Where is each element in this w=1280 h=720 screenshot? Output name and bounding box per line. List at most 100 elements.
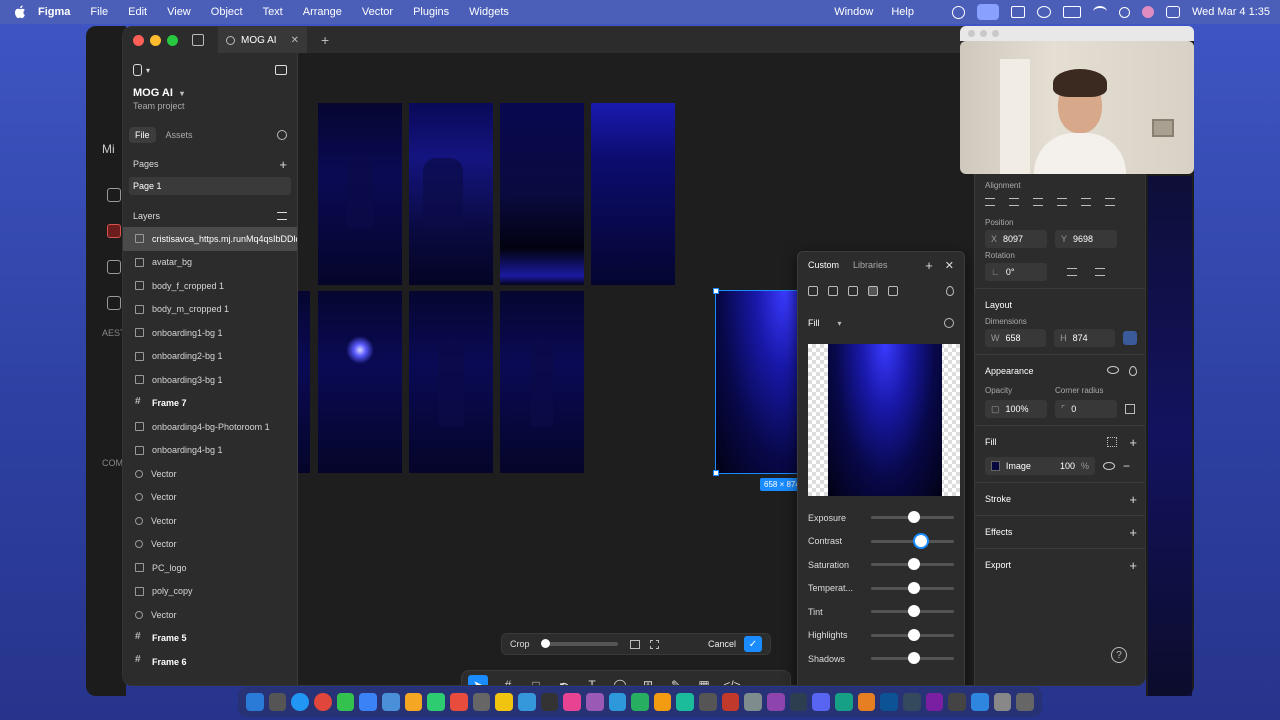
layer-item[interactable]: body_m_cropped 1	[123, 298, 297, 322]
menu-widgets[interactable]: Widgets	[469, 6, 509, 18]
align-center-icon[interactable]	[1009, 198, 1019, 206]
menu-object[interactable]: Object	[211, 6, 243, 18]
canvas-image[interactable]	[318, 103, 402, 285]
podcasts-icon[interactable]	[585, 693, 604, 711]
resize-handle[interactable]	[713, 470, 719, 476]
layer-item[interactable]: onboarding1-bg 1	[123, 321, 297, 345]
canvas-image[interactable]	[298, 291, 310, 473]
add-page-icon[interactable]: +	[279, 157, 287, 172]
individual-corners-icon[interactable]	[1125, 404, 1135, 414]
x-field[interactable]: X 8097	[985, 230, 1047, 248]
remove-fill-icon[interactable]: −	[1123, 459, 1130, 473]
search-icon[interactable]	[277, 130, 287, 140]
add-export-icon[interactable]: +	[1129, 558, 1137, 573]
fit-icon[interactable]	[649, 639, 659, 649]
layer-item[interactable]: Frame 7	[123, 392, 297, 416]
adjustment-slider[interactable]	[871, 511, 954, 524]
webcam-overlay[interactable]	[960, 41, 1194, 174]
tab-custom[interactable]: Custom	[808, 260, 839, 270]
close-icon[interactable]: ✕	[945, 259, 954, 272]
visibility-icon[interactable]	[1107, 366, 1119, 374]
freeform-icon[interactable]	[517, 693, 536, 711]
spotlight-icon[interactable]	[1118, 6, 1130, 18]
webcam-minimize-button[interactable]	[980, 30, 987, 37]
layer-item[interactable]: onboarding3-bg 1	[123, 368, 297, 392]
solid-fill-icon[interactable]	[808, 286, 818, 296]
layer-item[interactable]: Vector	[123, 486, 297, 510]
menu-file[interactable]: File	[90, 6, 108, 18]
slider-knob[interactable]	[908, 581, 921, 594]
align-top-icon[interactable]	[1057, 198, 1067, 206]
pages-icon[interactable]	[653, 693, 672, 711]
canvas-image[interactable]	[409, 103, 493, 285]
slider-knob[interactable]	[540, 639, 550, 648]
dev-mode-icon[interactable]: </>	[723, 677, 740, 685]
layer-item[interactable]: Vector	[123, 603, 297, 627]
webcam-zoom-button[interactable]	[992, 30, 999, 37]
slider-knob[interactable]	[908, 628, 921, 641]
canvas-image[interactable]	[591, 103, 675, 285]
layer-item[interactable]: avatar_bg	[123, 251, 297, 275]
pen-tool-icon[interactable]: ✒	[556, 677, 572, 685]
layers-options-icon[interactable]	[277, 212, 287, 220]
layer-item[interactable]: poly_copy	[123, 580, 297, 604]
menu-window[interactable]: Window	[834, 6, 873, 18]
menu-plugins[interactable]: Plugins	[413, 6, 449, 18]
adjustment-slider[interactable]	[871, 628, 954, 641]
radial-gradient-icon[interactable]	[848, 286, 858, 296]
battery-icon[interactable]	[1062, 6, 1081, 18]
comment-tool-icon[interactable]: ◯	[612, 677, 628, 685]
layer-item[interactable]: Frame 5	[123, 627, 297, 651]
layer-item[interactable]: Vector	[123, 533, 297, 557]
menu-edit[interactable]: Edit	[128, 6, 147, 18]
app-icon[interactable]	[744, 693, 763, 711]
adjustment-slider[interactable]	[871, 534, 954, 547]
canvas-image[interactable]	[500, 103, 584, 285]
corner-radius-field[interactable]: ⌜ 0	[1055, 400, 1117, 418]
layer-item[interactable]: onboarding2-bg 1	[123, 345, 297, 369]
confirm-crop-button[interactable]: ✓	[744, 636, 762, 652]
home-icon[interactable]	[192, 34, 204, 46]
wifi-icon[interactable]	[1092, 6, 1107, 18]
toggle-sidebar-icon[interactable]	[275, 65, 287, 75]
align-right-icon[interactable]	[1033, 198, 1043, 206]
styles-icon[interactable]	[1107, 437, 1118, 447]
music-icon[interactable]	[563, 693, 581, 711]
menu-figma[interactable]: Figma	[38, 6, 70, 18]
menu-text[interactable]: Text	[263, 6, 283, 18]
discord-icon[interactable]	[812, 693, 831, 711]
help-button[interactable]: ?	[1111, 647, 1127, 663]
notes-icon[interactable]	[495, 693, 513, 711]
main-menu-button[interactable]: ▾	[133, 64, 150, 76]
figma-dock-icon[interactable]	[925, 693, 944, 711]
video-fill-icon[interactable]	[888, 286, 898, 296]
control-center-icon[interactable]	[976, 4, 999, 20]
slider-knob[interactable]	[908, 605, 921, 618]
fill-visibility-icon[interactable]	[1103, 462, 1115, 470]
adjustment-slider[interactable]	[871, 605, 954, 618]
system-settings-icon[interactable]	[699, 693, 717, 711]
close-tab-icon[interactable]: ✕	[291, 35, 299, 46]
resize-handle[interactable]	[713, 288, 719, 294]
opacity-field[interactable]: ▢ 100%	[985, 400, 1047, 418]
figma-status-icon[interactable]	[1010, 6, 1025, 18]
photos-icon[interactable]	[404, 693, 423, 711]
app-icon[interactable]	[880, 693, 899, 711]
tab-assets[interactable]: Assets	[160, 127, 199, 143]
fill-field[interactable]: Image 100%	[985, 457, 1095, 475]
adjustment-slider[interactable]	[871, 652, 954, 665]
chrome-icon[interactable]	[313, 693, 332, 711]
slider-knob[interactable]	[908, 558, 921, 571]
align-bottom-icon[interactable]	[1105, 198, 1115, 206]
downloads-icon[interactable]	[993, 693, 1012, 711]
canvas-image[interactable]	[409, 291, 493, 473]
adjustment-slider[interactable]	[871, 558, 954, 571]
layer-item[interactable]: Vector	[123, 462, 297, 486]
align-middle-icon[interactable]	[1081, 198, 1091, 206]
add-icon[interactable]: +	[925, 258, 933, 273]
move-tool-icon[interactable]: ➤	[468, 675, 488, 685]
draw-mode-icon[interactable]: ✎	[668, 677, 684, 685]
slider-knob[interactable]	[908, 511, 921, 524]
close-window-button[interactable]	[133, 34, 144, 46]
contacts-icon[interactable]	[472, 693, 491, 711]
